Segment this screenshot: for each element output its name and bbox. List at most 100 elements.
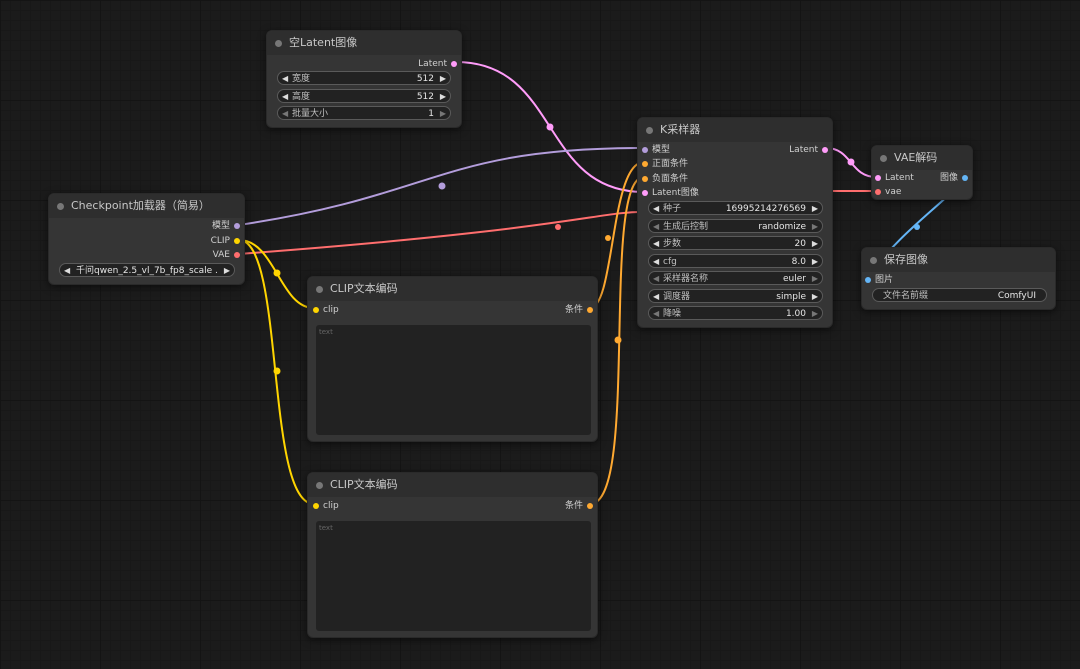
clip-text-encode-positive-node[interactable]: CLIP文本编码 clip 条件 text — [307, 276, 598, 442]
input-latent-slot[interactable]: Latent图像 — [642, 186, 699, 200]
node-title[interactable]: VAE解码 — [872, 146, 972, 170]
checkpoint-loader-node[interactable]: Checkpoint加载器（简易） 模型 CLIP VAE ◀ 千问qwen_2… — [48, 193, 245, 285]
input-clip-slot[interactable]: clip — [313, 499, 339, 513]
decrement-arrow-icon[interactable]: ◀ — [653, 237, 659, 251]
scheduler-widget[interactable]: ◀ 调度器 simple ▶ — [648, 289, 823, 303]
prompt-textarea[interactable]: text — [316, 521, 591, 631]
latent-pin-icon[interactable] — [642, 190, 648, 196]
output-model-slot[interactable]: 模型 — [212, 219, 240, 233]
increment-arrow-icon[interactable]: ▶ — [440, 72, 446, 86]
denoise-widget[interactable]: ◀ 降噪 1.00 ▶ — [648, 306, 823, 320]
decrement-arrow-icon[interactable]: ◀ — [653, 307, 659, 321]
widget-label: 生成后控制 — [663, 222, 709, 232]
node-title[interactable]: CLIP文本编码 — [308, 277, 597, 301]
decrement-arrow-icon[interactable]: ◀ — [282, 90, 288, 104]
input-negative-slot[interactable]: 负面条件 — [642, 172, 688, 186]
decrement-arrow-icon[interactable]: ◀ — [653, 255, 659, 269]
slot-label: 图像 — [939, 173, 958, 183]
slot-label: 模型 — [652, 145, 671, 155]
wire-positive-cond — [589, 161, 645, 309]
batch-size-widget[interactable]: ◀ 批量大小 1 ▶ — [277, 106, 451, 120]
slot-label: VAE — [212, 250, 230, 260]
image-pin-icon[interactable] — [865, 277, 871, 283]
collapse-dot-icon[interactable] — [275, 40, 282, 47]
image-pin-icon[interactable] — [962, 175, 968, 181]
slot-label: 条件 — [564, 305, 583, 315]
collapse-dot-icon[interactable] — [316, 286, 323, 293]
vae-pin-icon[interactable] — [875, 189, 881, 195]
model-pin-icon[interactable] — [234, 223, 240, 229]
slot-label: Latent图像 — [652, 188, 699, 198]
collapse-dot-icon[interactable] — [870, 257, 877, 264]
input-latent-slot[interactable]: Latent — [875, 171, 914, 185]
save-image-node[interactable]: 保存图像 图片 文件名前缀 ComfyUI — [861, 247, 1056, 310]
node-title[interactable]: Checkpoint加载器（简易） — [49, 194, 244, 218]
conditioning-pin-icon[interactable] — [587, 503, 593, 509]
decrement-arrow-icon[interactable]: ◀ — [653, 272, 659, 286]
control-after-generate-widget[interactable]: ◀ 生成后控制 randomize ▶ — [648, 219, 823, 233]
conditioning-pin-icon[interactable] — [642, 176, 648, 182]
output-conditioning-slot[interactable]: 条件 — [564, 303, 593, 317]
conditioning-pin-icon[interactable] — [587, 307, 593, 313]
decrement-arrow-icon[interactable]: ◀ — [653, 220, 659, 234]
output-vae-slot[interactable]: VAE — [212, 248, 240, 262]
clip-pin-icon[interactable] — [313, 307, 319, 313]
node-title[interactable]: 保存图像 — [862, 248, 1055, 272]
output-image-slot[interactable]: 图像 — [939, 171, 968, 185]
vae-pin-icon[interactable] — [234, 252, 240, 258]
input-images-slot[interactable]: 图片 — [865, 273, 893, 287]
clip-pin-icon[interactable] — [313, 503, 319, 509]
collapse-dot-icon[interactable] — [880, 155, 887, 162]
increment-arrow-icon[interactable]: ▶ — [440, 90, 446, 104]
output-clip-slot[interactable]: CLIP — [211, 234, 240, 248]
decrement-arrow-icon[interactable]: ◀ — [282, 107, 288, 121]
latent-pin-icon[interactable] — [875, 175, 881, 181]
wire-clip-to-bottom-encoder — [238, 239, 315, 505]
collapse-dot-icon[interactable] — [57, 203, 64, 210]
vae-decode-node[interactable]: VAE解码 Latent vae 图像 — [871, 145, 973, 200]
filename-prefix-widget[interactable]: 文件名前缀 ComfyUI — [872, 288, 1047, 302]
node-title[interactable]: K采样器 — [638, 118, 832, 142]
latent-pin-icon[interactable] — [451, 61, 457, 67]
increment-arrow-icon[interactable]: ▶ — [224, 264, 230, 278]
increment-arrow-icon[interactable]: ▶ — [812, 255, 818, 269]
cfg-widget[interactable]: ◀ cfg 8.0 ▶ — [648, 254, 823, 268]
seed-widget[interactable]: ◀ 种子 16995214276569 ▶ — [648, 201, 823, 215]
input-positive-slot[interactable]: 正面条件 — [642, 157, 688, 171]
conditioning-pin-icon[interactable] — [642, 161, 648, 167]
output-latent-slot[interactable]: Latent — [789, 143, 828, 157]
decrement-arrow-icon[interactable]: ◀ — [653, 202, 659, 216]
ksampler-node[interactable]: K采样器 模型 正面条件 负面条件 Latent图像 Latent ◀ 种子 1… — [637, 117, 833, 328]
node-title[interactable]: CLIP文本编码 — [308, 473, 597, 497]
increment-arrow-icon[interactable]: ▶ — [812, 272, 818, 286]
node-title[interactable]: 空Latent图像 — [267, 31, 461, 55]
height-widget[interactable]: ◀ 高度 512 ▶ — [277, 89, 451, 103]
increment-arrow-icon[interactable]: ▶ — [812, 290, 818, 304]
sampler-name-widget[interactable]: ◀ 采样器名称 euler ▶ — [648, 271, 823, 285]
clip-pin-icon[interactable] — [234, 238, 240, 244]
clip-text-encode-negative-node[interactable]: CLIP文本编码 clip 条件 text — [307, 472, 598, 638]
increment-arrow-icon[interactable]: ▶ — [440, 107, 446, 121]
increment-arrow-icon[interactable]: ▶ — [812, 202, 818, 216]
decrement-arrow-icon[interactable]: ◀ — [282, 72, 288, 86]
latent-pin-icon[interactable] — [822, 147, 828, 153]
widget-value: 512 — [416, 92, 434, 102]
decrement-arrow-icon[interactable]: ◀ — [64, 264, 70, 278]
empty-latent-node[interactable]: 空Latent图像 Latent ◀ 宽度 512 ▶ ◀ 高度 512 ▶ ◀… — [266, 30, 462, 128]
output-latent-slot[interactable]: Latent — [418, 57, 457, 71]
increment-arrow-icon[interactable]: ▶ — [812, 307, 818, 321]
collapse-dot-icon[interactable] — [316, 482, 323, 489]
increment-arrow-icon[interactable]: ▶ — [812, 220, 818, 234]
model-pin-icon[interactable] — [642, 147, 648, 153]
collapse-dot-icon[interactable] — [646, 127, 653, 134]
width-widget[interactable]: ◀ 宽度 512 ▶ — [277, 71, 451, 85]
output-conditioning-slot[interactable]: 条件 — [565, 499, 593, 513]
ckpt-name-widget[interactable]: ◀ 千问qwen_2.5_vl_7b_fp8_scale ... ▶ — [59, 263, 235, 277]
input-model-slot[interactable]: 模型 — [642, 143, 670, 157]
decrement-arrow-icon[interactable]: ◀ — [653, 290, 659, 304]
increment-arrow-icon[interactable]: ▶ — [812, 237, 818, 251]
steps-widget[interactable]: ◀ 步数 20 ▶ — [648, 236, 823, 250]
input-clip-slot[interactable]: clip — [313, 303, 339, 317]
prompt-textarea[interactable]: text — [316, 325, 591, 435]
input-vae-slot[interactable]: vae — [875, 185, 901, 199]
